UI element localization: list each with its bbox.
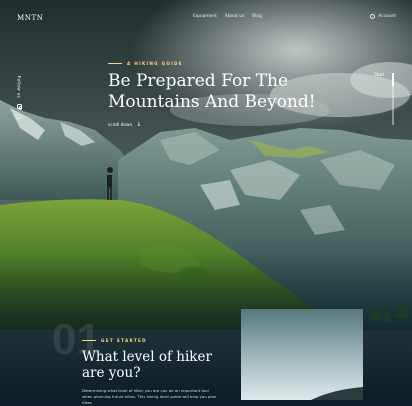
section-body: Determining what level of hiker you are … (82, 388, 217, 405)
slider-start-label: Start (374, 73, 385, 78)
hero-title: Be Prepared For The Mountains And Beyond… (108, 71, 348, 113)
hero-eyebrow-text: A HIKING GUIDE (127, 61, 183, 66)
nav-menu: Equipment About us Blog (193, 14, 262, 19)
nav-link-blog[interactable]: Blog (252, 14, 262, 19)
account-button[interactable]: Account (370, 14, 396, 19)
nav-link-equipment[interactable]: Equipment (193, 14, 217, 19)
scroll-down-link[interactable]: scroll down ↓ (108, 122, 348, 128)
account-label: Account (378, 14, 396, 19)
twitter-icon[interactable]: 🐦︎ (15, 115, 23, 121)
hero-title-line-2: Mountains And Beyond! (108, 92, 316, 112)
hero-eyebrow: A HIKING GUIDE (108, 61, 348, 66)
social-sidebar: Follow us 🐦︎ (15, 76, 23, 121)
section-slider[interactable]: Start (374, 73, 394, 125)
section-title-line-1: What level of hiker (82, 349, 212, 365)
follow-us-label: Follow us (16, 76, 22, 99)
section-eyebrow: GET STARTED (82, 338, 147, 343)
slider-track[interactable] (392, 73, 394, 125)
sky-photo (241, 309, 363, 400)
section-eyebrow-text: GET STARTED (101, 338, 147, 343)
scroll-down-label: scroll down (108, 122, 133, 128)
section-title: What level of hiker are you? (82, 349, 232, 381)
logo[interactable]: MNTN (17, 14, 44, 22)
eyebrow-line (82, 340, 96, 341)
slider-progress (392, 73, 394, 86)
hero-title-line-1: Be Prepared For The (108, 71, 289, 91)
hero-content: A HIKING GUIDE Be Prepared For The Mount… (108, 61, 348, 128)
eyebrow-line (108, 63, 122, 64)
section-photo (241, 309, 363, 400)
section-title-line-2: are you? (82, 365, 141, 381)
top-navigation: MNTN Equipment About us Blog Account (17, 12, 396, 24)
arrow-down-icon: ↓ (136, 121, 142, 128)
nav-link-about-us[interactable]: About us (225, 14, 244, 19)
instagram-icon[interactable] (16, 104, 23, 110)
user-icon (370, 14, 376, 19)
